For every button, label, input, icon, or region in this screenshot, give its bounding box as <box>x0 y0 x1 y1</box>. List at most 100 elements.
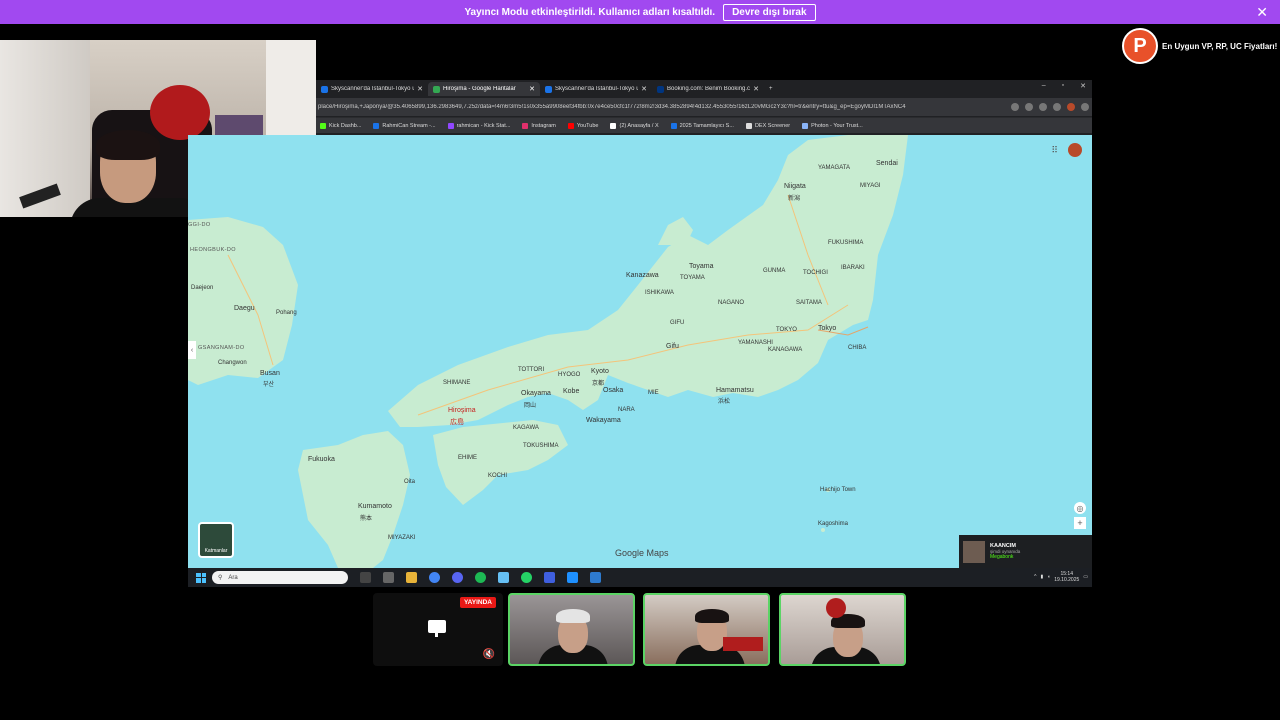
bookmark-item[interactable]: 2025 Tamamlayıcı S... <box>670 122 734 129</box>
host-tile[interactable]: YAYINDA 🔇 <box>373 593 503 666</box>
volume-icon[interactable]: ◖ <box>1047 574 1050 580</box>
map-label-gangwon: GGI-DO <box>188 222 211 228</box>
map-label-kyoto[interactable]: Kyoto <box>591 368 609 375</box>
windows-start-icon[interactable] <box>196 572 206 583</box>
map-label-daegu[interactable]: Daegu <box>234 305 255 312</box>
file-explorer-icon[interactable] <box>406 572 417 583</box>
map-label-fukuoka[interactable]: Fukuoka <box>308 456 335 463</box>
map-label-gifu-city[interactable]: Gifu <box>666 343 679 350</box>
map-label-daejeon[interactable]: Daejeon <box>191 285 213 291</box>
map-label-kagoshima[interactable]: Kagoshima <box>818 521 848 527</box>
map-label-ibaraki: IBARAKI <box>841 265 865 271</box>
map-label-wakayama[interactable]: Wakayama <box>586 417 621 424</box>
expand-panel-button[interactable]: ‹ <box>188 341 196 359</box>
streamer-mode-banner: Yayıncı Modu etkinleştirildi. Kullanıcı … <box>0 0 1280 24</box>
bookmark-item[interactable]: Photon - Your Trust... <box>802 122 863 129</box>
bookmark-item[interactable]: Instagram <box>522 122 556 129</box>
app-icon[interactable] <box>590 572 601 583</box>
search-placeholder: Ara <box>228 574 238 581</box>
map-label-kobe[interactable]: Kobe <box>563 388 579 395</box>
muted-icon[interactable]: 🔇 <box>483 649 495 660</box>
map-label-hiroshima[interactable]: Hiroşima <box>448 407 476 414</box>
bookmark-item[interactable]: YouTube <box>567 122 598 129</box>
map-label-pohang[interactable]: Pohang <box>276 310 297 316</box>
guest-camera-1[interactable] <box>508 593 635 666</box>
map-label-okayama[interactable]: Okayama <box>521 390 551 397</box>
extension-icon[interactable] <box>1039 103 1047 111</box>
close-tab-icon[interactable]: ✕ <box>417 85 423 93</box>
steam-icon[interactable] <box>498 572 509 583</box>
profile-icon[interactable] <box>1067 103 1075 111</box>
address-bar[interactable]: place/Hiroşima,+Japonya/@35.4065899,136.… <box>316 98 1092 116</box>
guest-hair <box>695 609 729 623</box>
stats-icon <box>447 122 454 129</box>
chevron-up-icon[interactable]: ^ <box>1034 574 1036 580</box>
app-icon[interactable] <box>383 572 394 583</box>
map-label-oita[interactable]: Oita <box>404 479 415 485</box>
whatsapp-icon[interactable] <box>521 572 532 583</box>
map-label-hachijo[interactable]: Hachijo Town <box>820 487 856 493</box>
bookmark-star-icon[interactable] <box>1025 103 1033 111</box>
map-label-tokushima: TOKUSHIMA <box>523 443 559 449</box>
disable-streamer-mode-button[interactable]: Devre dışı bırak <box>723 3 816 21</box>
account-avatar[interactable] <box>1068 143 1082 157</box>
app-icon[interactable] <box>567 572 578 583</box>
close-tab-icon[interactable]: ✕ <box>529 85 535 93</box>
activity-notification[interactable]: KAANCIM şimdi oynanıda Megabonk <box>959 535 1092 568</box>
sponsor-slogan: En Uygun VP, RP, UC Fiyatları! <box>1162 41 1278 51</box>
app-icon[interactable] <box>544 572 555 583</box>
apps-grid-icon[interactable]: ⠿ <box>1051 145 1058 156</box>
close-icon[interactable]: ✕ <box>1256 4 1268 21</box>
clock-date: 19.10.2025 <box>1054 577 1080 583</box>
url-text[interactable]: place/Hiroşima,+Japonya/@35.4065899,136.… <box>316 104 1008 110</box>
tab-skyscanner-1[interactable]: Skyscanner'da İstanbul-Tokyo u ✕ <box>316 82 428 96</box>
sponsor-overlay: P En Uygun VP, RP, UC Fiyatları! <box>1122 28 1278 64</box>
map-label-sendai[interactable]: Sendai <box>876 160 898 167</box>
spotify-icon[interactable] <box>475 572 486 583</box>
bookmark-item[interactable]: Kick Dashb... <box>320 122 361 129</box>
map-label-hamamatsu[interactable]: Hamamatsu <box>716 387 754 394</box>
clock[interactable]: 15:14 19.10.2025 <box>1054 571 1079 583</box>
tab-booking[interactable]: Booking.com: Benim Booking.c ✕ <box>652 82 764 96</box>
map-label-tokyo[interactable]: Tokyo <box>818 325 836 332</box>
layers-button[interactable]: Katmanlar <box>198 522 234 558</box>
bookmark-item[interactable]: rahmican - Kick Stat... <box>447 122 510 129</box>
maximize-icon[interactable]: ▫ <box>1062 82 1064 90</box>
notification-icon[interactable]: ▭ <box>1083 574 1088 580</box>
tab-google-maps[interactable]: Hiroşima - Google Haritalar ✕ <box>428 82 540 96</box>
taskbar-search[interactable]: ⚲ Ara <box>212 571 348 584</box>
my-location-icon[interactable]: ◎ <box>1074 502 1086 514</box>
menu-icon[interactable] <box>1081 103 1089 111</box>
chrome-icon[interactable] <box>429 572 440 583</box>
close-window-icon[interactable]: ✕ <box>1080 82 1086 90</box>
map-label-toyama[interactable]: Toyama <box>689 263 714 270</box>
bookmark-item[interactable]: RahmiCan Stream -... <box>373 122 436 129</box>
new-tab-button[interactable]: + <box>764 82 784 96</box>
minimize-icon[interactable]: – <box>1042 82 1046 90</box>
discord-icon[interactable] <box>452 572 463 583</box>
bookmark-item[interactable]: (2) Anasayfa / X <box>610 122 659 129</box>
guest-camera-3[interactable] <box>779 593 906 666</box>
map-label-saitama: SAITAMA <box>796 300 822 306</box>
map-label-niigata[interactable]: Niigata <box>784 183 806 190</box>
close-tab-icon[interactable]: ✕ <box>753 85 759 93</box>
network-icon[interactable]: ▮ <box>1040 574 1043 580</box>
map-label-changwon[interactable]: Changwon <box>218 360 247 366</box>
stream-icon <box>373 122 380 129</box>
map-label-osaka[interactable]: Osaka <box>603 387 623 394</box>
puzzle-icon[interactable] <box>1053 103 1061 111</box>
map-label-kanazawa[interactable]: Kanazawa <box>626 272 659 279</box>
bookmark-item[interactable]: DEX Screener <box>745 122 790 129</box>
task-view-icon[interactable] <box>360 572 371 583</box>
google-map[interactable]: Sendai YAMAGATA MIYAGI Niigata 新潟 FUKUSH… <box>188 135 1092 568</box>
map-label-busan[interactable]: Busan <box>260 370 280 377</box>
map-label-kumamoto[interactable]: Kumamoto <box>358 503 392 510</box>
zoom-in-button[interactable]: + <box>1074 517 1086 529</box>
friend-avatar <box>963 540 985 563</box>
guest-camera-2[interactable] <box>643 593 770 666</box>
skyscanner-icon <box>321 85 328 93</box>
install-icon[interactable] <box>1011 103 1019 111</box>
close-tab-icon[interactable]: ✕ <box>641 85 647 93</box>
tab-skyscanner-2[interactable]: Skyscanner'da İstanbul-Tokyo u ✕ <box>540 82 652 96</box>
kick-icon <box>320 122 326 129</box>
